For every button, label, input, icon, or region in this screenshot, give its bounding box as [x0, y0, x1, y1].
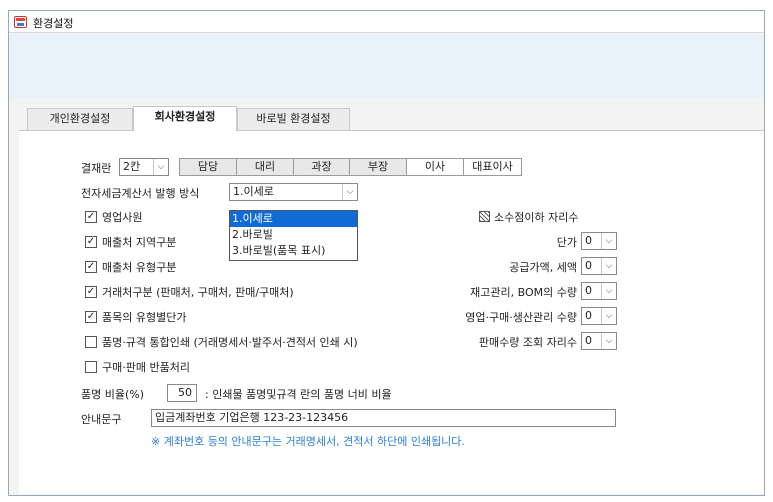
title-bar: 환경설정 [9, 11, 764, 33]
decimal-label-supply-tax: 공급가액, 세액 [509, 261, 577, 274]
checkbox-checked-icon: ✓ [85, 261, 97, 273]
checkbox-unchecked-icon [85, 336, 97, 348]
checkbox-checked-icon: ✓ [85, 286, 97, 298]
tab-barobill-settings[interactable]: 바로빌 환경설정 [237, 108, 350, 130]
decimal-label-sales-qty: 판매수량 조회 자리수 [478, 336, 577, 349]
chevron-down-icon: ⌵ [153, 159, 168, 175]
decimal-inventory-qty-select[interactable]: 0 ⌵ [581, 282, 617, 300]
settings-panel: 결재란 2칸 ⌵ 담당 대리 과장 부장 이사 대표이사 전자세금계산서 발행 … [19, 130, 764, 494]
tab-company-settings[interactable]: 회사환경설정 [133, 106, 237, 131]
checkbox-unchecked-icon [85, 361, 97, 373]
notice-input[interactable]: 입금계좌번호 기업은행 123-23-123456 [151, 409, 616, 427]
section-icon [479, 211, 490, 222]
einvoice-options-list: 1.이세로 2.바로빌 3.바로빌(품목 표시) [229, 210, 358, 261]
checkbox-checked-icon: ✓ [85, 211, 97, 223]
approval-cell-staff[interactable]: 담당 [179, 158, 237, 176]
approval-cells: 담당 대리 과장 부장 이사 대표이사 [179, 158, 522, 176]
notice-label: 안내문구 [81, 413, 122, 426]
notice-hint: ※ 계좌번호 등의 안내문구는 거래명세서, 견적서 하단에 인쇄됩니다. [151, 435, 465, 448]
decimal-unit-price-select[interactable]: 0 ⌵ [581, 232, 617, 250]
decimal-label-production-qty: 영업·구매·생산관리 수량 [465, 311, 577, 324]
chevron-down-icon: ⌵ [601, 258, 616, 274]
chevron-down-icon: ⌵ [601, 233, 616, 249]
decimal-sales-qty-select[interactable]: 0 ⌵ [581, 332, 617, 350]
approval-cell-director[interactable]: 이사 [406, 158, 464, 176]
chevron-down-icon: ⌵ [342, 184, 357, 200]
tab-personal-settings[interactable]: 개인환경설정 [27, 108, 133, 130]
header-banner [9, 34, 764, 98]
item-ratio-description: : 인쇄물 품명및규격 란의 품명 너비 비율 [205, 388, 392, 401]
approval-cell-assistant-manager[interactable]: 대리 [236, 158, 294, 176]
chevron-down-icon: ⌵ [601, 283, 616, 299]
approval-label: 결재란 [81, 162, 112, 175]
chevron-down-icon: ⌵ [601, 333, 616, 349]
checkbox-checked-icon: ✓ [85, 236, 97, 248]
einvoice-label: 전자세금계산서 발행 방식 [81, 187, 200, 200]
window-title: 환경설정 [33, 17, 74, 30]
app-icon [14, 16, 27, 28]
einvoice-option-barobill-items[interactable]: 3.바로빌(품목 표시) [230, 243, 357, 259]
checkbox-checked-icon: ✓ [85, 311, 97, 323]
decimal-label-inventory-qty: 재고관리, BOM의 수량 [470, 286, 577, 299]
approval-count-select[interactable]: 2칸 ⌵ [119, 158, 169, 176]
decimal-production-qty-select[interactable]: 0 ⌵ [581, 307, 617, 325]
approval-cell-manager[interactable]: 부장 [349, 158, 407, 176]
decimal-supply-tax-select[interactable]: 0 ⌵ [581, 257, 617, 275]
chevron-down-icon: ⌵ [601, 308, 616, 324]
decimal-heading: 소수점이하 자리수 [494, 211, 579, 224]
einvoice-option-barobill[interactable]: 2.바로빌 [230, 227, 357, 243]
item-ratio-label: 품명 비율(%) [81, 388, 145, 401]
decimal-label-unit-price: 단가 [556, 236, 577, 249]
approval-cell-ceo[interactable]: 대표이사 [463, 158, 522, 176]
item-ratio-input[interactable]: 50 [167, 384, 197, 402]
settings-window: 환경설정 개인환경설정 회사환경설정 바로빌 환경설정 결재란 2칸 ⌵ 담당 … [8, 10, 765, 496]
approval-cell-section-chief[interactable]: 과장 [293, 158, 350, 176]
einvoice-option-eseero[interactable]: 1.이세로 [230, 211, 357, 227]
einvoice-method-select[interactable]: 1.이세로 ⌵ [229, 183, 358, 201]
